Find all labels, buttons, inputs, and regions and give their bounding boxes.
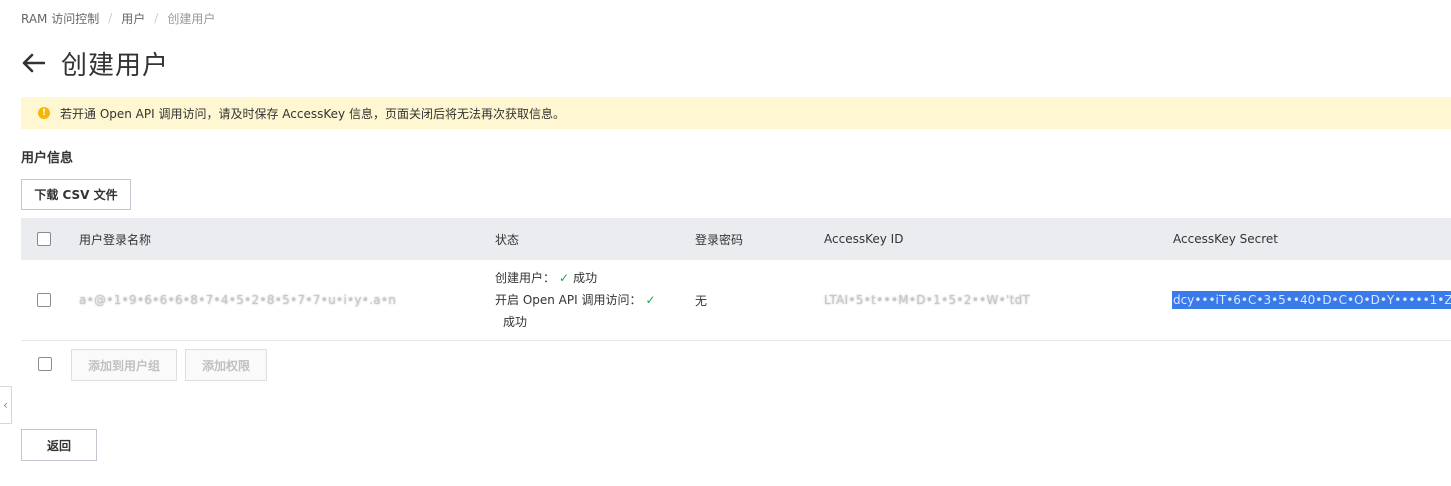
column-header-password: 登录密码 bbox=[695, 232, 744, 247]
page-header: 创建用户 bbox=[21, 46, 170, 81]
add-permission-button[interactable]: 添加权限 bbox=[185, 349, 267, 381]
select-all-checkbox[interactable] bbox=[37, 232, 51, 246]
user-table: 用户登录名称 状态 登录密码 AccessKey ID AccessKey Se… bbox=[21, 218, 1451, 341]
column-header-access-key-secret: AccessKey Secret bbox=[1173, 232, 1279, 246]
back-arrow-icon[interactable] bbox=[21, 53, 47, 73]
status-create-label: 创建用户： bbox=[495, 271, 556, 285]
check-icon: ✓ bbox=[645, 293, 656, 307]
column-header-access-key-id: AccessKey ID bbox=[824, 232, 904, 246]
login-name-cell: a•@•1•9•6•6•6•8•7•4•5•2•8•5•7•7•u•i•y•.a… bbox=[79, 260, 396, 340]
status-create-value: 成功 bbox=[573, 271, 598, 285]
back-button[interactable]: 返回 bbox=[21, 429, 97, 461]
download-csv-button[interactable]: 下载 CSV 文件 bbox=[21, 179, 131, 210]
status-cell: 创建用户： ✓ 成功 开启 Open API 调用访问： ✓ 成功 bbox=[495, 260, 660, 340]
status-api-value-line: 成功 bbox=[495, 311, 527, 333]
breadcrumb-current: 创建用户 bbox=[167, 11, 216, 26]
status-api-line: 开启 Open API 调用访问： ✓ bbox=[495, 289, 660, 311]
access-key-id-cell: LTAI•5•t•••M•D•1•5•2••W•'tdT bbox=[824, 260, 1030, 340]
password-cell: 无 bbox=[695, 260, 707, 340]
section-title: 用户信息 bbox=[21, 151, 74, 166]
row-select-cell bbox=[37, 260, 51, 340]
status-create-line: 创建用户： ✓ 成功 bbox=[495, 267, 597, 289]
warning-icon: ! bbox=[38, 107, 50, 119]
access-key-secret-cell: dcy•••iT•6•C•3•5••40•D•C•O•D•Y•••••1•Zy bbox=[1172, 260, 1451, 340]
status-api-value: 成功 bbox=[503, 315, 528, 329]
page-title: 创建用户 bbox=[61, 50, 170, 81]
collapse-handle[interactable]: ‹ bbox=[0, 386, 12, 424]
column-header-login-name: 用户登录名称 bbox=[79, 232, 152, 247]
access-key-secret[interactable]: dcy•••iT•6•C•3•5••40•D•C•O•D•Y•••••1•Zy bbox=[1172, 291, 1451, 309]
row-checkbox[interactable] bbox=[37, 293, 51, 307]
check-icon: ✓ bbox=[559, 271, 570, 285]
table-row: a•@•1•9•6•6•6•8•7•4•5•2•8•5•7•7•u•i•y•.a… bbox=[21, 260, 1451, 341]
alert-text: 若开通 Open API 调用访问，请及时保存 AccessKey 信息，页面关… bbox=[60, 106, 565, 121]
status-api-label: 开启 Open API 调用访问： bbox=[495, 293, 642, 307]
table-header: 用户登录名称 状态 登录密码 AccessKey ID AccessKey Se… bbox=[21, 218, 1451, 260]
breadcrumb: RAM 访问控制 / 用户 / 创建用户 bbox=[21, 9, 215, 27]
breadcrumb-ram[interactable]: RAM 访问控制 bbox=[21, 10, 99, 27]
select-all-cell bbox=[37, 218, 51, 260]
chevron-left-icon: ‹ bbox=[3, 398, 8, 412]
batch-select-checkbox[interactable] bbox=[38, 357, 52, 371]
access-key-id[interactable]: LTAI•5•t•••M•D•1•5•2••W•'tdT bbox=[824, 293, 1030, 307]
breadcrumb-users[interactable]: 用户 bbox=[121, 10, 145, 27]
add-to-group-button[interactable]: 添加到用户组 bbox=[71, 349, 177, 381]
login-name[interactable]: a•@•1•9•6•6•6•8•7•4•5•2•8•5•7•7•u•i•y•.a… bbox=[79, 293, 396, 307]
breadcrumb-separator: / bbox=[108, 11, 113, 25]
password-value: 无 bbox=[695, 293, 708, 308]
column-header-status: 状态 bbox=[495, 232, 520, 247]
breadcrumb-separator: / bbox=[154, 11, 159, 25]
warning-alert: ! 若开通 Open API 调用访问，请及时保存 AccessKey 信息，页… bbox=[21, 97, 1451, 129]
